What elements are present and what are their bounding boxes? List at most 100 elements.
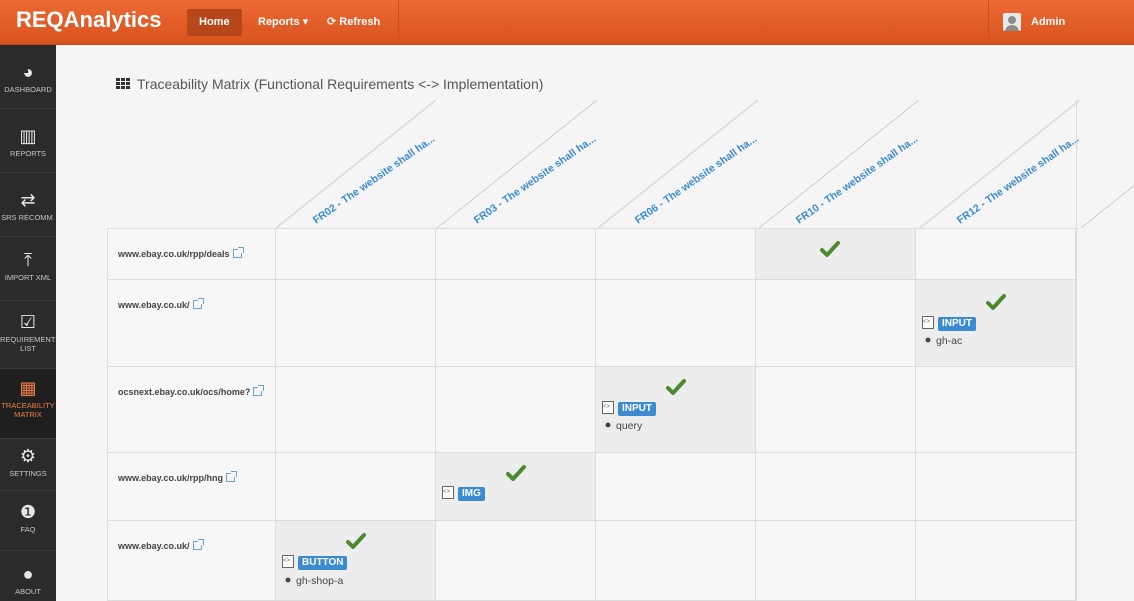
row-header: www.ebay.co.uk/ — [107, 279, 276, 367]
page-title-text: Traceability Matrix (Functional Requirem… — [137, 76, 544, 92]
sidebar-item-dashboard[interactable]: ◕ DASHBOARD — [0, 45, 56, 109]
external-link-icon[interactable] — [232, 247, 244, 258]
column-header-divider — [275, 100, 437, 229]
matrix-cell[interactable] — [915, 520, 1076, 601]
matrix-cell[interactable] — [755, 452, 916, 521]
page-url-link[interactable]: www.ebay.co.uk/rpp/hng — [118, 473, 223, 483]
row-header: www.ebay.co.uk/rpp/deals — [107, 228, 276, 280]
matrix-cell[interactable] — [435, 366, 596, 453]
info-icon: ❶ — [19, 502, 37, 522]
sidebar-item-label: ABOUT — [15, 587, 41, 596]
element-selector: query — [604, 420, 642, 432]
row-header: ocsnext.ebay.co.uk/ocs/home? — [107, 366, 276, 453]
matrix-cell[interactable]: BUTTON gh-shop-a — [275, 520, 436, 601]
sidebar-item-traceability-matrix[interactable]: ▦ TRACEABILITY MATRIX — [0, 369, 56, 439]
gear-icon — [284, 576, 292, 584]
column-header-4[interactable]: FR10 - The website shall ha... — [794, 133, 920, 227]
page-url-link[interactable]: www.ebay.co.uk/rpp/deals — [118, 249, 230, 259]
code-file-icon — [282, 555, 294, 568]
column-header-3[interactable]: FR06 - The website shall ha... — [633, 133, 759, 227]
matrix-cell[interactable] — [915, 228, 1076, 280]
code-file-icon — [922, 316, 934, 329]
gear-icon — [604, 421, 612, 429]
sidebar-item-reports[interactable]: ▥ REPORTS — [0, 109, 56, 173]
sidebar-item-label: DASHBOARD — [4, 85, 52, 94]
app-brand[interactable]: REQAnalytics — [16, 7, 162, 33]
matrix-cell[interactable] — [275, 366, 436, 453]
element-tag: IMG — [442, 486, 485, 501]
check-icon — [986, 294, 1006, 310]
matrix-cell[interactable] — [755, 366, 916, 453]
matrix-cell[interactable]: IMG — [435, 452, 596, 521]
column-header-divider — [597, 100, 759, 229]
matrix-cell[interactable] — [755, 520, 916, 601]
matrix-cell[interactable] — [755, 279, 916, 367]
nav-refresh[interactable]: ⟳ Refresh — [327, 9, 380, 36]
element-tag: BUTTON — [282, 555, 348, 570]
matrix-cell[interactable] — [275, 228, 436, 280]
matrix-cell[interactable]: INPUT gh-ac — [915, 279, 1076, 367]
gear-icon — [924, 336, 932, 344]
top-navbar: REQAnalytics Home Reports ▾ ⟳ Refresh Ad… — [0, 0, 1134, 45]
matrix-cell[interactable] — [595, 452, 756, 521]
sidebar-item-faq[interactable]: ❶ FAQ — [0, 491, 56, 551]
code-file-icon — [442, 486, 454, 499]
matrix-cell[interactable] — [595, 279, 756, 367]
bar-chart-icon: ▥ — [19, 126, 37, 146]
row-header: www.ebay.co.uk/ — [107, 520, 276, 601]
column-header-divider — [436, 100, 598, 229]
matrix-column-headers: FR02 - The website shall ha... FR03 - The… — [275, 100, 1134, 229]
gear-icon: ⚙ — [19, 446, 37, 466]
matrix-cell[interactable] — [915, 452, 1076, 521]
matrix-cell[interactable] — [595, 520, 756, 601]
sidebar-item-label: SETTINGS — [9, 469, 47, 478]
external-link-icon[interactable] — [226, 471, 238, 482]
nav-home[interactable]: Home — [187, 9, 242, 36]
sidebar-item-import-xml[interactable]: ⤒ IMPORT XML — [0, 237, 56, 301]
column-header-1[interactable]: FR02 - The website shall ha... — [311, 133, 437, 227]
sidebar-item-settings[interactable]: ⚙ SETTINGS — [0, 439, 56, 491]
external-link-icon[interactable] — [253, 385, 265, 396]
matrix-cell[interactable] — [435, 228, 596, 280]
grid-icon — [116, 78, 131, 90]
user-avatar-icon — [1003, 13, 1021, 32]
row-header: www.ebay.co.uk/rpp/hng — [107, 452, 276, 521]
sidebar-item-srs-recomm[interactable]: ⇄ SRS RECOMM. — [0, 173, 56, 237]
matrix-cell[interactable] — [435, 279, 596, 367]
column-header-5[interactable]: FR12 - The website shall ha... — [955, 133, 1081, 227]
upload-icon: ⤒ — [24, 250, 32, 270]
page-url-link[interactable]: www.ebay.co.uk/ — [118, 541, 190, 551]
matrix-row: www.ebay.co.uk/rpp/hng IMG — [107, 452, 1076, 521]
sidebar-item-requirements-list[interactable]: ☑ REQUIREMENTS LIST — [0, 301, 60, 369]
matrix-cell[interactable] — [275, 452, 436, 521]
column-header-divider — [758, 100, 920, 229]
check-icon — [820, 241, 840, 257]
column-header-2[interactable]: FR03 - The website shall ha... — [472, 133, 598, 227]
matrix-cell[interactable] — [435, 520, 596, 601]
matrix-cell[interactable]: INPUT query — [595, 366, 756, 453]
nav-divider — [398, 0, 399, 45]
matrix-cell[interactable] — [275, 279, 436, 367]
page-url-link[interactable]: ocsnext.ebay.co.uk/ocs/home? — [118, 387, 250, 397]
dashboard-icon: ◕ — [22, 62, 34, 82]
sidebar: ◕ DASHBOARD ▥ REPORTS ⇄ SRS RECOMM. ⤒ IM… — [0, 45, 60, 601]
external-link-icon[interactable] — [192, 298, 204, 309]
selector-id: query — [616, 420, 643, 432]
nav-reports-dropdown[interactable]: Reports ▾ — [258, 9, 308, 36]
element-selector: gh-shop-a — [284, 575, 343, 587]
external-link-icon[interactable] — [192, 539, 204, 550]
user-icon: ● — [22, 564, 34, 584]
sidebar-item-about[interactable]: ● ABOUT — [0, 551, 56, 601]
matrix-row: www.ebay.co.uk/INPUT gh-ac — [107, 279, 1076, 367]
admin-label: Admin — [1031, 16, 1066, 28]
matrix-cell[interactable] — [915, 366, 1076, 453]
matrix-cell[interactable] — [755, 228, 916, 280]
sidebar-item-label: REPORTS — [9, 149, 47, 158]
check-icon — [346, 533, 366, 549]
sidebar-item-label: IMPORT XML — [4, 273, 52, 282]
admin-menu[interactable]: Admin — [1003, 12, 1065, 32]
page-url-link[interactable]: www.ebay.co.uk/ — [118, 300, 190, 310]
column-header-divider — [1080, 184, 1134, 229]
exchange-arrows-icon: ⇄ — [20, 190, 36, 210]
matrix-cell[interactable] — [595, 228, 756, 280]
